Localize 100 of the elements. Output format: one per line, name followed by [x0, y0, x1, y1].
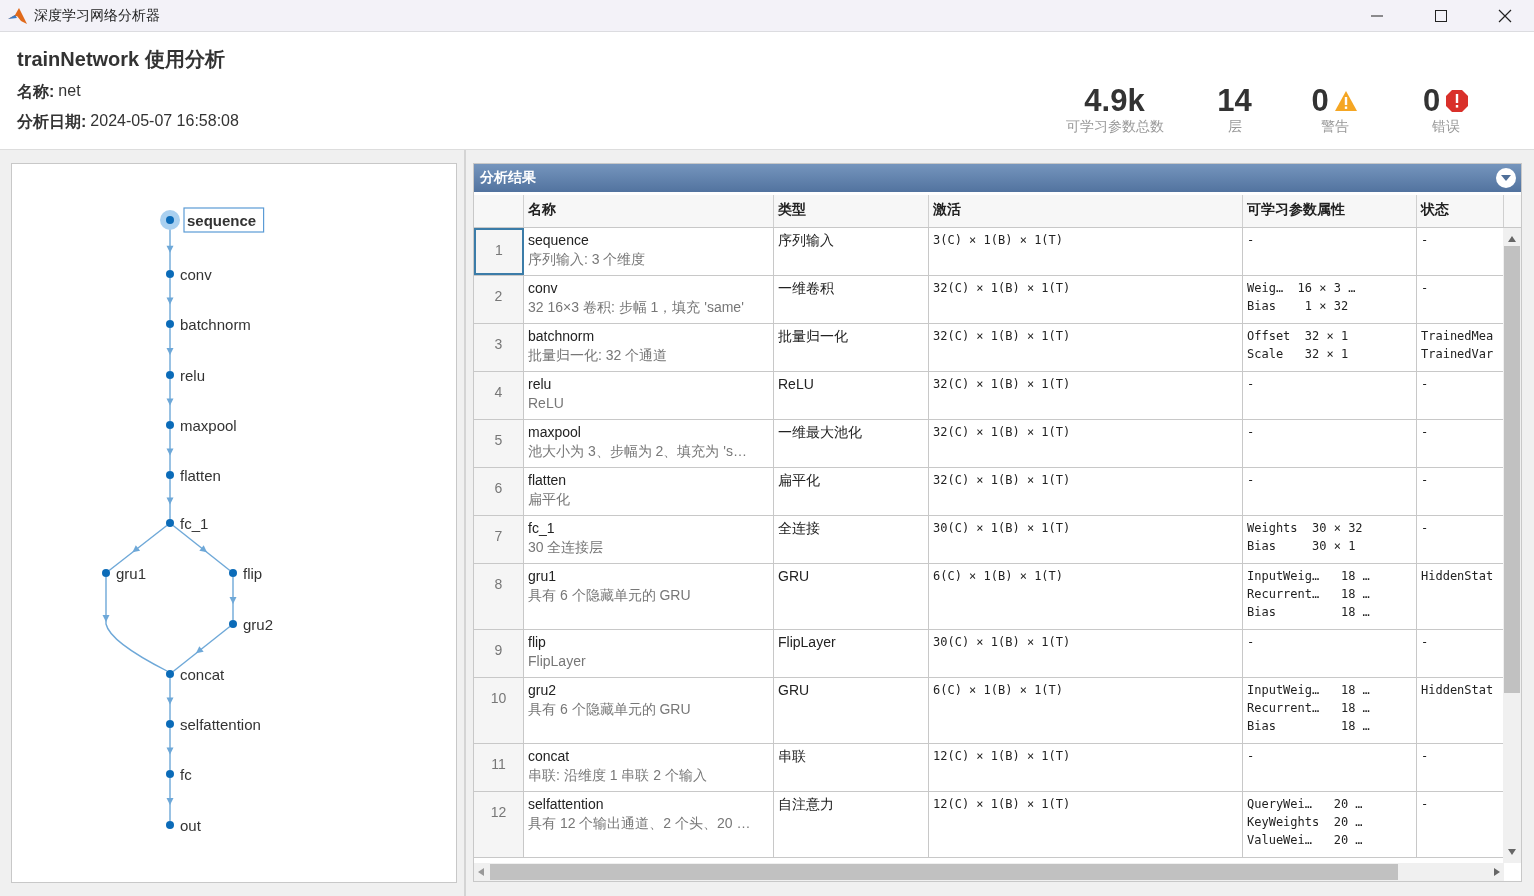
activation-size: 32(C) × 1(B) × 1(T) — [933, 472, 1072, 489]
row-number[interactable]: 3 — [474, 324, 524, 371]
row-number[interactable]: 7 — [474, 516, 524, 563]
graph-node[interactable] — [166, 270, 174, 278]
edge-arrow — [166, 378, 174, 422]
learnable-property: - — [1247, 424, 1256, 441]
row-number[interactable]: 10 — [474, 678, 524, 743]
row-number[interactable]: 9 — [474, 630, 524, 677]
layer-name: gru1 — [528, 567, 558, 586]
layer-name: conv — [528, 279, 559, 298]
graph-node[interactable] — [102, 569, 110, 577]
scroll-up-icon — [1508, 236, 1516, 242]
layer-description: ReLU — [528, 394, 565, 413]
learnable-property: - — [1247, 472, 1256, 489]
stat-label: 可学习参数总数 — [1065, 118, 1164, 136]
column-header[interactable]: 可学习参数属性 — [1243, 195, 1417, 227]
layer-description: 串联: 沿维度 1 串联 2 个输入 — [528, 766, 708, 785]
edge-arrow — [166, 277, 174, 321]
learnable-property: Scale 32 × 1 — [1247, 346, 1350, 363]
state-property: - — [1421, 280, 1430, 297]
learnable-property: Weig… 16 × 3 … — [1247, 280, 1357, 297]
stat-label: 错误 — [1432, 118, 1460, 136]
state-property: - — [1421, 376, 1430, 393]
state-property: - — [1421, 634, 1430, 651]
layer-type: 批量归一化 — [778, 327, 849, 346]
learnable-property: KeyWeights 20 … — [1247, 814, 1364, 831]
column-header[interactable]: 类型 — [774, 195, 929, 227]
layer-description: FlipLayer — [528, 652, 587, 671]
close-icon — [1498, 8, 1512, 23]
learnable-property: - — [1247, 376, 1256, 393]
node-label: sequence — [183, 207, 265, 233]
column-header[interactable]: 激活 — [929, 195, 1243, 227]
graph-node[interactable] — [166, 421, 174, 429]
learnable-property: - — [1247, 232, 1256, 249]
node-label: flatten — [180, 467, 221, 484]
activation-size: 32(C) × 1(B) × 1(T) — [933, 376, 1072, 393]
results-title: 分析结果 — [480, 169, 537, 187]
graph-node[interactable] — [229, 569, 237, 577]
warning-icon — [1333, 90, 1358, 112]
edge-arrow — [166, 327, 174, 372]
row-number[interactable]: 12 — [474, 792, 524, 857]
layer-name: batchnorm — [528, 327, 596, 346]
node-label: flip — [243, 565, 263, 582]
layer-description: 批量归一化: 32 个通道 — [528, 346, 669, 365]
activation-size: 12(C) × 1(B) × 1(T) — [933, 796, 1072, 813]
layer-description: 具有 12 个输出通道、2 个头、20 … — [528, 814, 752, 833]
learnable-property: - — [1247, 634, 1256, 651]
stat-label: 层 — [1227, 118, 1242, 136]
graph-node[interactable] — [166, 770, 174, 778]
graph-node[interactable] — [166, 720, 174, 728]
column-header[interactable]: 名称 — [524, 195, 774, 227]
scroll-left-icon — [478, 868, 484, 876]
graph-node[interactable] — [166, 371, 174, 379]
layer-name: fc_1 — [528, 519, 556, 538]
name-label: 名称: — [17, 82, 55, 102]
learnable-property: ValueWei… 20 … — [1247, 832, 1364, 849]
node-label: relu — [180, 367, 205, 384]
stat-value: 14 — [1217, 83, 1252, 119]
graph-node[interactable] — [166, 320, 174, 328]
edge-arrow — [166, 428, 174, 472]
layer-name: flatten — [528, 471, 568, 490]
analysis-date: 2024-05-07 16:58:08 — [90, 112, 239, 131]
learnable-property: Bias 30 × 1 — [1247, 538, 1357, 555]
node-label: batchnorm — [180, 316, 251, 333]
layer-type: 扁平化 — [778, 471, 821, 490]
scroll-right-icon — [1494, 868, 1500, 876]
stat-value: 4.9k — [1084, 83, 1145, 119]
edge-arrow — [166, 777, 174, 822]
learnable-property: Bias 18 … — [1247, 604, 1371, 621]
graph-node[interactable] — [160, 210, 180, 230]
row-number[interactable]: 4 — [474, 372, 524, 419]
column-header[interactable]: 状态 — [1417, 195, 1504, 227]
row-number[interactable]: 8 — [474, 564, 524, 629]
graph-node[interactable] — [229, 620, 237, 628]
layer-name: selfattention — [528, 795, 605, 814]
graph-node[interactable] — [166, 821, 174, 829]
state-property: TrainedMea — [1421, 328, 1495, 345]
graph-node[interactable] — [166, 471, 174, 479]
row-number[interactable]: 1 — [474, 228, 524, 275]
learnable-property: Recurrent… 18 … — [1247, 586, 1371, 603]
layer-name: maxpool — [528, 423, 582, 442]
horizontal-scrollbar[interactable] — [474, 863, 1504, 881]
layer-name: relu — [528, 375, 553, 394]
graph-node[interactable] — [166, 519, 174, 527]
row-number[interactable]: 5 — [474, 420, 524, 467]
graph-node[interactable] — [166, 670, 174, 678]
layer-type: 一维最大池化 — [778, 423, 863, 442]
layer-description: 扁平化 — [528, 490, 571, 509]
vertical-scrollbar[interactable] — [1503, 228, 1521, 863]
node-label: fc — [180, 766, 192, 783]
row-number[interactable]: 2 — [474, 276, 524, 323]
collapse-button[interactable] — [1496, 168, 1516, 188]
app-logo-icon — [8, 6, 28, 25]
learnable-property: InputWeig… 18 … — [1247, 682, 1371, 699]
learnable-property: Recurrent… 18 … — [1247, 700, 1371, 717]
report-title: trainNetwork 使用分析 — [17, 47, 226, 72]
layer-description: 池大小为 3、步幅为 2、填充为 's… — [528, 442, 748, 461]
row-number[interactable]: 6 — [474, 468, 524, 515]
row-number[interactable]: 11 — [474, 744, 524, 791]
activation-size: 32(C) × 1(B) × 1(T) — [933, 280, 1072, 297]
